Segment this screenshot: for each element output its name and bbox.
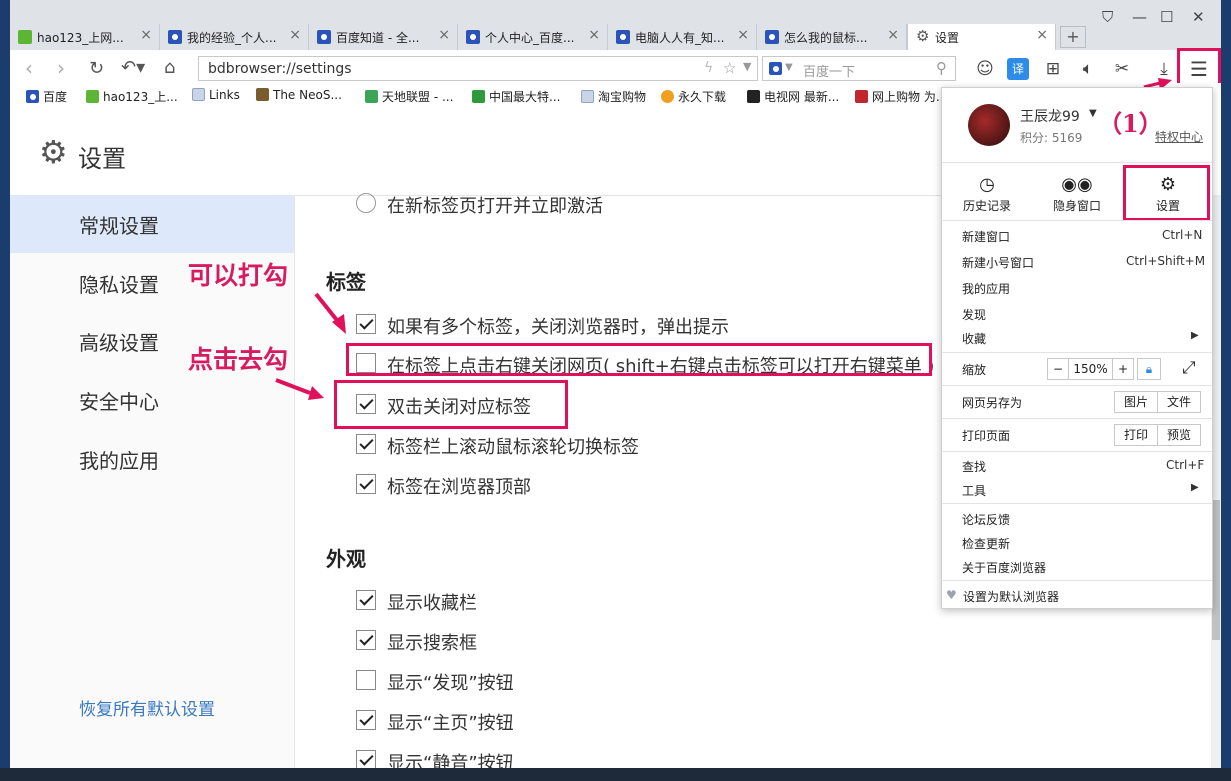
chevron-right-icon: ▶ <box>1191 330 1199 341</box>
shortcut-label: Ctrl+Shift+M <box>1126 254 1206 268</box>
menu-item-set-default[interactable]: 设置为默认浏览器 <box>963 588 1059 605</box>
incognito-button[interactable]: ◉◉ 隐身窗口 <box>1044 161 1110 217</box>
menu-divider <box>942 580 1212 581</box>
menu-item-feedback[interactable]: 论坛反馈 <box>962 511 1010 528</box>
incognito-label: 隐身窗口 <box>1052 199 1101 213</box>
privilege-center-link[interactable]: 特权中心 <box>1155 128 1203 145</box>
menu-item-new-window[interactable]: 新建窗口 <box>962 228 1010 245</box>
menu-item-find[interactable]: 查找 <box>962 458 986 475</box>
user-points: 积分: 5169 <box>1020 131 1083 145</box>
menu-item-new-small-window[interactable]: 新建小号窗口 <box>962 254 1034 271</box>
menu-divider <box>942 503 1212 504</box>
zoom-value: 150% <box>1068 358 1113 380</box>
menu-item-save-as[interactable]: 网页另存为 <box>962 394 1022 411</box>
chevron-right-icon: ▶ <box>1191 482 1199 493</box>
menu-item-discover[interactable]: 发现 <box>962 306 986 323</box>
chevron-down-icon[interactable]: ▼ <box>1089 108 1097 119</box>
menu-divider <box>942 385 1212 386</box>
print-button[interactable]: 打印 <box>1114 424 1158 446</box>
settings-highlight <box>1123 165 1210 221</box>
history-label: 历史记录 <box>962 199 1011 213</box>
avatar[interactable] <box>968 104 1010 146</box>
highlight-rightclick-option <box>346 343 932 376</box>
history-button[interactable]: ◷ 历史记录 <box>954 161 1020 217</box>
browser-window: hao123_上网... × 我的经验_个人... × 百度知道 - 全... … <box>10 0 1221 768</box>
shortcut-label: Ctrl+N <box>1162 228 1203 242</box>
menu-divider <box>942 220 1212 221</box>
menu-item-zoom: 缩放 <box>962 363 987 377</box>
menu-item-favorites[interactable]: 收藏 <box>962 330 986 347</box>
zoom-out-button[interactable]: − <box>1047 358 1069 380</box>
menu-item-tools[interactable]: 工具 <box>962 482 986 499</box>
menu-item-about[interactable]: 关于百度浏览器 <box>962 559 1046 576</box>
preview-button[interactable]: 预览 <box>1157 424 1201 446</box>
clock-icon: ◷ <box>979 174 995 195</box>
mask-icon: ◉◉ <box>1061 174 1093 195</box>
heart-icon: ♥ <box>946 588 957 602</box>
menu-item-check-update[interactable]: 检查更新 <box>962 535 1010 552</box>
zoom-in-button[interactable]: + <box>1112 358 1134 380</box>
lock-icon[interactable]: 🔒︎ <box>1137 358 1161 380</box>
menu-item-print[interactable]: 打印页面 <box>962 427 1010 444</box>
save-image-button[interactable]: 图片 <box>1114 391 1158 413</box>
save-file-button[interactable]: 文件 <box>1157 391 1201 413</box>
user-name[interactable]: 王辰龙99 <box>1020 106 1080 126</box>
scrollbar-thumb[interactable] <box>1212 500 1220 640</box>
annotation-step: （1） <box>1098 109 1163 138</box>
menu-divider <box>942 418 1212 419</box>
menu-item-my-apps[interactable]: 我的应用 <box>962 280 1010 297</box>
highlight-doubleclick-option <box>334 380 568 429</box>
fullscreen-icon[interactable]: ⤢ <box>1182 358 1196 378</box>
shortcut-label: Ctrl+F <box>1166 458 1205 472</box>
menu-divider <box>942 352 1212 353</box>
menu-divider <box>942 451 1212 452</box>
taskbar <box>0 768 1231 781</box>
